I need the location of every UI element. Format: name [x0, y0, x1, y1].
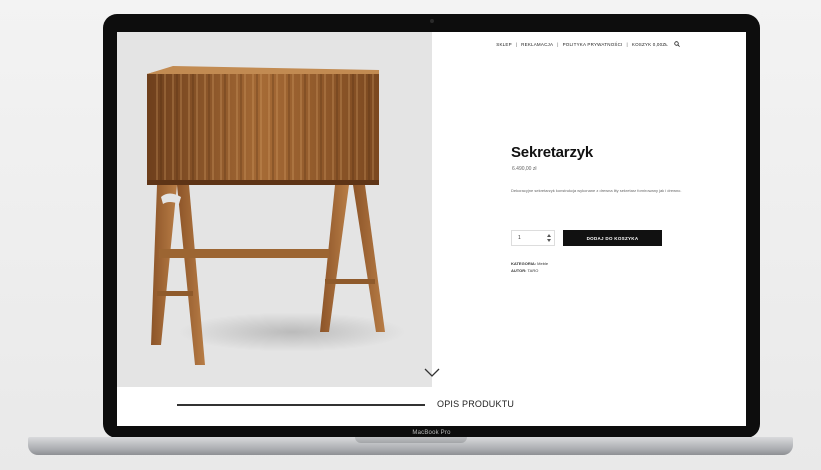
author-link[interactable]: TARO: [528, 268, 539, 273]
browser-screen: Sklep | Reklamacja | Polityka prywatnośc…: [117, 32, 746, 426]
quantity-value: 1: [518, 235, 521, 241]
laptop-base: [28, 437, 793, 455]
laptop-lid: Sklep | Reklamacja | Polityka prywatnośc…: [103, 14, 760, 438]
nav-item-koszyk[interactable]: Koszyk 0,00zł: [632, 42, 668, 47]
nav-separator: |: [626, 41, 628, 47]
nav-item-sklep[interactable]: Sklep: [496, 42, 512, 47]
product-image-pane: [117, 32, 432, 387]
add-to-cart-button[interactable]: Dodaj do koszyka: [563, 230, 662, 246]
category-label: KATEGORIA:: [511, 261, 537, 266]
category-link[interactable]: Meble: [537, 261, 548, 266]
product-category: KATEGORIA: Meble: [511, 261, 548, 266]
chevron-down-icon[interactable]: [424, 365, 440, 377]
laptop-notch: [354, 437, 467, 443]
section-title[interactable]: OPIS PRODUKTU: [437, 399, 514, 409]
product-description-section: OPIS PRODUKTU: [117, 387, 746, 426]
product-author: AUTOR: TARO: [511, 268, 538, 273]
section-divider: [177, 404, 425, 406]
device-brand-label: MacBook Pro: [412, 430, 451, 436]
product-description: Dekoracyjne sekretarzyk konstrukcja wyko…: [511, 188, 682, 193]
nav-separator: |: [557, 41, 559, 47]
top-navigation: Sklep | Reklamacja | Polityka prywatnośc…: [496, 41, 680, 47]
author-label: AUTOR:: [511, 268, 527, 273]
caret-down-icon[interactable]: [547, 239, 551, 242]
nav-separator: |: [515, 41, 518, 47]
nav-item-polityka[interactable]: Polityka prywatności: [563, 42, 623, 47]
quantity-stepper[interactable]: 1: [511, 230, 555, 246]
secretary-desk-image: [147, 66, 385, 365]
search-icon[interactable]: [674, 41, 680, 47]
product-price: 6.490,00 zł: [512, 166, 537, 172]
caret-up-icon[interactable]: [547, 234, 551, 237]
camera-dot: [429, 19, 434, 23]
product-title: Sekretarzyk: [511, 144, 594, 161]
nav-item-reklamacja[interactable]: Reklamacja: [521, 42, 553, 47]
